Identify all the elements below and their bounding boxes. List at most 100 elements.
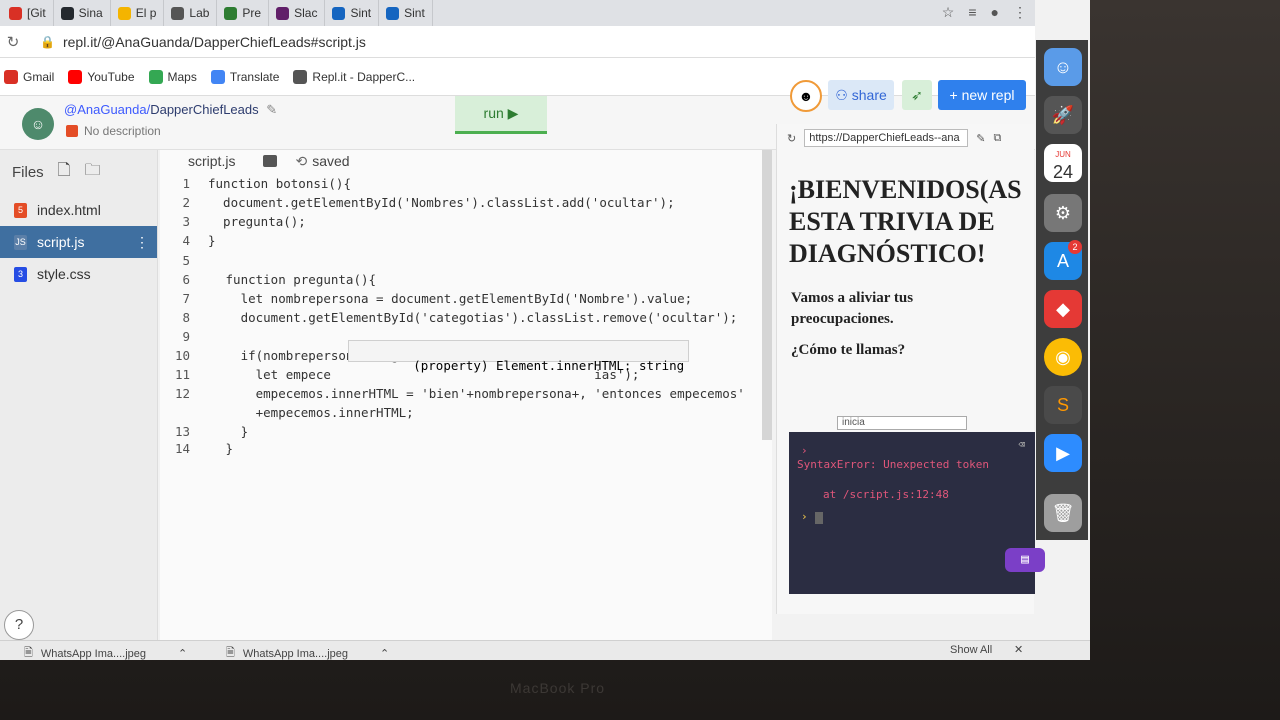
run-button[interactable]: run ▶ <box>455 96 547 134</box>
help-button[interactable]: ? <box>4 610 34 640</box>
calendar-icon[interactable]: JUN 24 <box>1044 144 1082 182</box>
avatar-badge-button[interactable]: ☻ <box>790 80 822 112</box>
code-line[interactable]: } <box>218 424 249 439</box>
file-item[interactable]: 3 style.css <box>0 258 157 290</box>
download-item[interactable]: 🗎 WhatsApp Ima....jpeg ⌃ <box>226 644 389 660</box>
bookmark-label: Gmail <box>23 69 55 84</box>
anydesk-icon[interactable]: ◆ <box>1044 290 1082 328</box>
repl-title[interactable]: @AnaGuanda/DapperChiefLeads ✎ <box>64 102 277 118</box>
file-item[interactable]: JS script.js ⋮ <box>0 226 157 258</box>
bookmark-item[interactable]: Translate <box>210 69 279 84</box>
files-title: Files <box>12 163 44 181</box>
code-editor[interactable]: script.js ⟲ saved 1 function botonsi(){2 … <box>160 150 772 640</box>
download-name: WhatsApp Ima....jpeg <box>242 647 349 660</box>
preview-reload-icon[interactable]: ↻ <box>787 132 796 145</box>
browser-tab[interactable]: El p <box>111 0 165 26</box>
file-menu-icon[interactable]: ⋮ <box>135 234 149 251</box>
star-icon[interactable]: ☆ <box>942 4 955 21</box>
open-new-tab-icon[interactable]: ⧉ <box>993 132 1001 145</box>
tab-favicon-icon <box>276 6 290 20</box>
calendar-day: 24 <box>1052 162 1074 182</box>
chevron-up-icon[interactable]: ⌃ <box>380 647 389 660</box>
code-line[interactable]: function pregunta(){ <box>218 272 377 287</box>
file-icon: 🗎 <box>24 647 33 659</box>
tab-favicon-icon <box>386 6 400 20</box>
code-line[interactable]: +empecemos.innerHTML; <box>218 405 414 420</box>
file-item[interactable]: 5 index.html <box>0 194 157 226</box>
console-cursor[interactable] <box>815 512 823 524</box>
tab-label: Sint <box>350 6 372 20</box>
photo-of-screen: [Git Sina El p Lab Pre Slac Sint Sint ☆ ≡ ● ⋮ ↻… <box>0 0 1280 720</box>
code-line[interactable]: function botonsi(){ <box>208 176 351 191</box>
code-line[interactable]: let nombrepersona = document.getElementB… <box>218 291 693 306</box>
line-number: 6 <box>182 272 190 287</box>
profile-icon[interactable]: ● <box>991 4 999 21</box>
editor-scrollbar[interactable] <box>762 150 772 440</box>
new-folder-icon[interactable]: 🗀 <box>85 159 101 186</box>
bookmark-item[interactable]: YouTube <box>68 69 135 84</box>
reload-icon[interactable]: ↻ <box>0 33 26 51</box>
browser-tab[interactable]: Lab <box>164 0 218 26</box>
console-location: at /script.js:12:48 <box>823 488 949 501</box>
chrome-icon[interactable]: ◉ <box>1044 338 1082 376</box>
bookmark-item[interactable]: Gmail <box>4 69 55 84</box>
url-text[interactable]: repl.it/@AnaGuanda/DapperChiefLeads#scri… <box>63 34 366 50</box>
code-line[interactable]: } <box>208 233 216 248</box>
share-button[interactable]: ⚇ share <box>828 80 894 110</box>
code-line[interactable]: } <box>218 441 234 456</box>
browser-tab[interactable]: Slac <box>269 0 326 26</box>
code-line[interactable]: pregunta(); <box>208 214 306 229</box>
preview-url[interactable]: https://DapperChiefLeads--ana <box>804 129 969 147</box>
browser-tab[interactable]: Sint <box>379 0 433 26</box>
browser-tab[interactable]: Pre <box>217 0 270 26</box>
name-input[interactable]: inicia <box>837 416 967 430</box>
bookmark-item[interactable]: Repl.it - DapperC... <box>293 69 415 84</box>
tab-label: El p <box>135 6 157 20</box>
edit-icon[interactable]: ✎ <box>976 132 985 145</box>
trash-icon[interactable]: 🗑 <box>1044 494 1082 532</box>
console-panel[interactable]: ⌫ › SyntaxError: Unexpected token at /sc… <box>789 432 1045 594</box>
tab-label: Sint <box>404 6 425 20</box>
download-name: WhatsApp Ima....jpeg <box>40 647 147 660</box>
sublime-text-icon[interactable]: S <box>1044 386 1082 424</box>
saved-status: saved <box>312 153 350 169</box>
chevron-up-icon[interactable]: ⌃ <box>178 647 187 660</box>
code-line[interactable]: document.getElementById('Nombres').class… <box>208 195 675 210</box>
zoom-icon[interactable]: ▶ <box>1044 434 1082 472</box>
console-clear-icon[interactable]: ⌫ <box>1018 438 1025 451</box>
code-line[interactable]: document.getElementById('categotias').cl… <box>218 310 738 325</box>
history-icon[interactable]: ⟲ <box>295 153 307 170</box>
playlist-icon[interactable]: ≡ <box>968 4 976 21</box>
chat-button[interactable]: ▤ <box>1005 548 1045 572</box>
line-number: 7 <box>182 291 190 306</box>
browser-tab[interactable]: Sint <box>325 0 380 26</box>
line-number: 13 <box>174 424 190 439</box>
notification-badge: 2 <box>1068 240 1082 254</box>
new-file-icon[interactable]: 🗋 <box>58 159 71 186</box>
close-icon[interactable]: ✕ <box>1014 643 1023 656</box>
rocket-button[interactable]: ➶ <box>902 80 932 110</box>
address-bar: ↻ 🔒 repl.it/@AnaGuanda/DapperChiefLeads#… <box>0 26 1035 58</box>
launchpad-icon[interactable]: 🚀 <box>1044 96 1082 134</box>
finder-icon[interactable]: ☺ <box>1044 48 1082 86</box>
browser-tab[interactable]: Sina <box>54 0 111 26</box>
tab-script-js[interactable]: script.js <box>188 153 235 169</box>
line-number: 4 <box>182 233 190 248</box>
kebab-menu-icon[interactable]: ⋮ <box>1013 4 1027 21</box>
show-all-button[interactable]: Show All <box>950 644 992 656</box>
system-preferences-icon[interactable]: ⚙ <box>1044 194 1082 232</box>
avatar[interactable]: ☺ <box>22 108 54 140</box>
line-number: 10 <box>174 348 190 363</box>
browser-tab[interactable]: [Git <box>2 0 54 26</box>
bookmark-item[interactable]: Maps <box>148 69 197 84</box>
new-repl-button[interactable]: + new repl <box>938 80 1026 110</box>
editor-menu-icon[interactable] <box>263 155 278 167</box>
pencil-icon[interactable]: ✎ <box>266 102 277 117</box>
line-number: 11 <box>174 367 190 382</box>
code-line[interactable]: empecemos.innerHTML = 'bien'+nombreperso… <box>218 386 745 401</box>
html5-icon <box>66 125 78 137</box>
repl-description: No description <box>66 124 161 138</box>
download-item[interactable]: 🗎 WhatsApp Ima....jpeg ⌃ <box>24 644 187 660</box>
browser-toolbar-icons: ☆ ≡ ● ⋮ <box>942 4 1027 21</box>
line-number: 3 <box>182 214 190 229</box>
